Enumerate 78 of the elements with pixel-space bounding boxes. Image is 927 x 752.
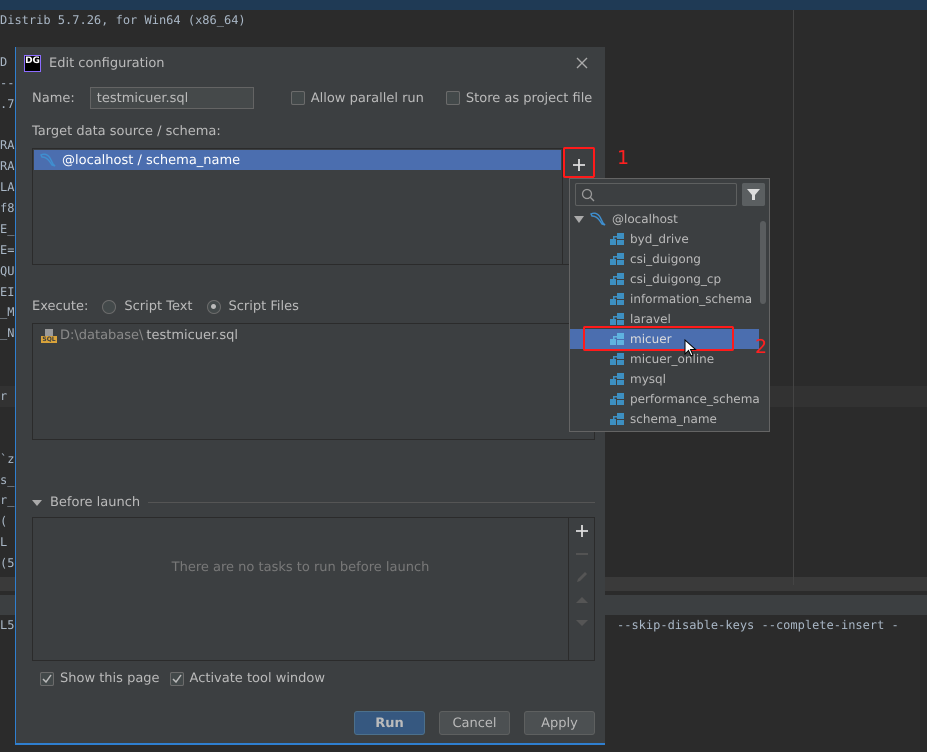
code-text: .7 bbox=[0, 96, 14, 113]
code-text: D bbox=[0, 54, 8, 71]
schema-icon bbox=[610, 273, 624, 285]
schema-icon bbox=[610, 373, 624, 385]
schema-icon bbox=[610, 253, 624, 265]
code-text: L5 bbox=[0, 617, 14, 634]
tree-item[interactable]: @localhost bbox=[570, 209, 759, 229]
code-text: E_ bbox=[0, 220, 14, 238]
data-source-row[interactable]: @localhost / schema_name bbox=[34, 150, 561, 170]
tree-item[interactable]: performance_schema bbox=[570, 389, 759, 409]
option-label: Show this page bbox=[60, 671, 160, 686]
name-field[interactable]: testmicuer.sql bbox=[90, 87, 254, 109]
filter-icon bbox=[747, 188, 760, 201]
tree-item[interactable]: csi_duigong_cp bbox=[570, 269, 759, 289]
code-text: r_ bbox=[0, 492, 14, 510]
code-text: r bbox=[0, 388, 8, 406]
checkbox[interactable] bbox=[446, 91, 460, 105]
schema-icon bbox=[610, 293, 624, 305]
execute-label: Execute: bbox=[32, 299, 88, 314]
tree-item[interactable]: laravel bbox=[570, 309, 759, 329]
section-title: Before launch bbox=[50, 495, 140, 510]
dialog-title: Edit configuration bbox=[49, 56, 165, 70]
radio-label: Script Text bbox=[124, 299, 193, 314]
radio-button[interactable] bbox=[102, 300, 116, 314]
close-icon[interactable] bbox=[575, 56, 589, 70]
run-button[interactable]: Run bbox=[354, 711, 425, 735]
tree-item[interactable]: csi_duigong bbox=[570, 249, 759, 269]
tree-item[interactable]: mysql bbox=[570, 369, 759, 389]
dolphin-icon bbox=[590, 211, 606, 227]
radio-label: Script Files bbox=[228, 299, 299, 314]
tree-item[interactable]: schema_name bbox=[570, 409, 759, 429]
option-label: Activate tool window bbox=[190, 671, 326, 686]
code-text: --skip-disable-keys --complete-insert - bbox=[617, 617, 900, 634]
code-text: Distrib 5.7.26, for Win64 (x86_64) bbox=[0, 12, 246, 29]
schema-icon bbox=[610, 313, 624, 325]
code-text: RA bbox=[0, 158, 14, 176]
search-field[interactable] bbox=[575, 183, 737, 206]
collapse-triangle-icon[interactable] bbox=[574, 214, 584, 224]
dialog-button[interactable]: Apply bbox=[524, 711, 595, 735]
add-icon[interactable] bbox=[574, 524, 588, 538]
schema-icon bbox=[610, 333, 624, 345]
code-text: _M bbox=[0, 304, 14, 322]
code-text: `z bbox=[0, 450, 14, 468]
annotation-box bbox=[563, 147, 595, 178]
code-text: s_ bbox=[0, 472, 14, 489]
schema-icon bbox=[610, 233, 624, 245]
code-text: LA bbox=[0, 179, 14, 196]
name-label: Name: bbox=[32, 90, 75, 106]
dolphin-icon bbox=[40, 152, 56, 168]
empty-message: There are no tasks to run before launch bbox=[172, 560, 430, 577]
annotation-number: 1 bbox=[617, 147, 630, 169]
checkbox[interactable] bbox=[170, 672, 184, 686]
option-label: Allow parallel run bbox=[310, 90, 424, 106]
tree-item[interactable]: byd_drive bbox=[570, 229, 759, 249]
collapse-triangle-icon[interactable] bbox=[32, 498, 42, 506]
filter-button[interactable] bbox=[742, 183, 765, 206]
search-icon bbox=[581, 188, 595, 202]
code-text: _N bbox=[0, 325, 14, 342]
code-text: (5 bbox=[0, 555, 14, 572]
schema-icon bbox=[610, 413, 624, 425]
app-logo: DG bbox=[24, 54, 41, 72]
checkbox[interactable] bbox=[290, 91, 305, 105]
radio-button[interactable] bbox=[206, 300, 221, 314]
dialog-button[interactable]: Cancel bbox=[439, 711, 510, 735]
option-label: Store as project file bbox=[466, 90, 592, 106]
code-text: E= bbox=[0, 242, 14, 259]
code-text: f8 bbox=[0, 200, 14, 218]
code-text: L bbox=[0, 534, 8, 552]
checkbox[interactable] bbox=[40, 672, 54, 686]
code-text: EI bbox=[0, 284, 14, 301]
target-label: Target data source / schema: bbox=[32, 124, 222, 139]
code-text: ( bbox=[0, 513, 8, 530]
code-text: QU bbox=[0, 262, 14, 280]
schema-icon bbox=[610, 393, 624, 405]
schema-icon bbox=[610, 353, 624, 365]
code-text: RA bbox=[0, 137, 14, 154]
code-text: -- bbox=[0, 74, 14, 92]
tree-item[interactable]: information_schema bbox=[570, 289, 759, 309]
